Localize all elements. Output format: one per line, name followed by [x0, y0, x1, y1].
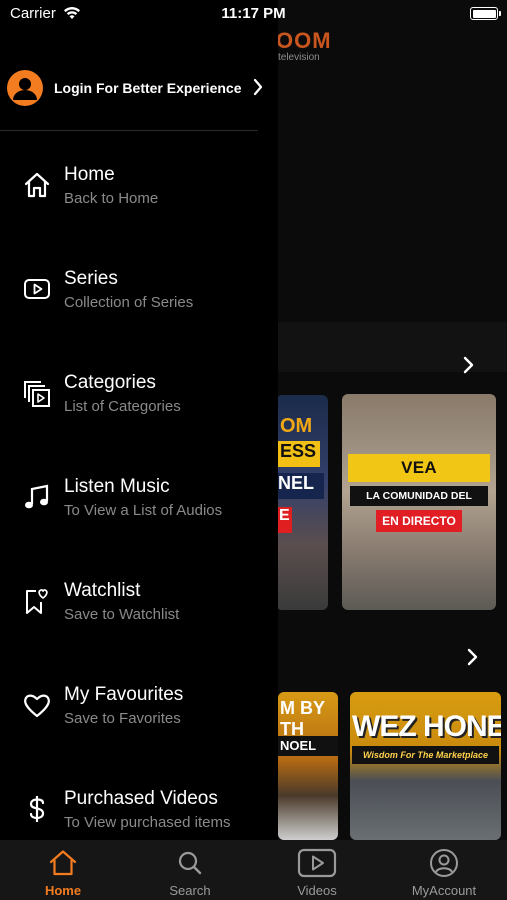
thumbnail-text: EN DIRECTO [376, 510, 462, 532]
tab-label: MyAccount [411, 883, 477, 898]
menu-item-title: Series [64, 268, 118, 289]
brand-logo-subtitle: television [278, 52, 320, 63]
thumbnail-text: VEA TELEVISIÓN [348, 454, 490, 505]
thumbnail-text: ESS [276, 441, 320, 467]
menu-item-title: Categories [64, 372, 156, 393]
menu-item-series[interactable]: Series Collection of Series [0, 268, 278, 328]
account-icon [429, 848, 459, 878]
status-bar: Carrier 11:17 PM [0, 0, 507, 28]
menu-item-listen-music[interactable]: Listen Music To View a List of Audios [0, 476, 278, 536]
menu-item-subtitle: Collection of Series [64, 294, 194, 311]
thumbnail-text: M BY TH [280, 698, 325, 739]
menu-item-subtitle: Save to Favorites [64, 710, 181, 727]
thumbnail-text: LA COMUNIDAD DEL REINO [350, 486, 488, 522]
login-row[interactable]: Login For Better Experience [0, 68, 263, 108]
user-avatar-icon [7, 70, 43, 106]
tab-label: Videos [297, 883, 337, 898]
menu-item-subtitle: To View a List of Audios [64, 502, 223, 519]
battery-icon [470, 7, 501, 20]
brand-logo: OOM [276, 28, 332, 53]
menu-item-title: My Favourites [64, 684, 184, 705]
menu-item-categories[interactable]: Categories List of Categories [0, 372, 278, 432]
menu-item-title: Listen Music [64, 476, 170, 497]
menu-item-title: Watchlist [64, 580, 141, 601]
login-label: Login For Better Experience [54, 80, 242, 96]
chevron-right-icon [252, 77, 264, 102]
bottom-tab-bar: Home Search Videos MyAccount [0, 840, 507, 900]
tab-home[interactable]: Home [0, 840, 126, 900]
menu-item-my-favourites[interactable]: My Favourites Save to Favorites [0, 684, 278, 744]
chevron-right-icon[interactable] [466, 646, 480, 674]
menu-item-subtitle: Save to Watchlist [64, 606, 180, 623]
menu-item-subtitle: List of Categories [64, 398, 181, 415]
stacked-play-icon [22, 378, 52, 408]
dollar-icon [22, 794, 52, 824]
tab-my-account[interactable]: MyAccount [381, 840, 507, 900]
menu-item-subtitle: To View purchased items [64, 814, 231, 831]
menu-item-title: Home [64, 164, 115, 185]
tab-search[interactable]: Search [127, 840, 253, 900]
home-icon [22, 170, 52, 200]
tab-label: Home [44, 883, 82, 898]
video-thumbnail[interactable]: WEZ HONE Wisdom For The Marketplace [350, 692, 501, 840]
menu-item-watchlist[interactable]: Watchlist Save to Watchlist [0, 580, 278, 640]
home-icon [48, 848, 78, 878]
clock: 11:17 PM [221, 5, 286, 22]
tab-videos[interactable]: Videos [254, 840, 380, 900]
tab-label: Search [169, 883, 211, 898]
search-icon [175, 848, 205, 878]
video-thumbnail[interactable]: M BY TH NOEL [278, 692, 338, 840]
heart-icon [22, 690, 52, 720]
video-thumbnail[interactable]: VEA TELEVISIÓN LA COMUNIDAD DEL REINO EN… [342, 394, 496, 610]
play-rect-icon [22, 274, 52, 304]
drawer-divider [0, 130, 258, 131]
play-rect-icon [297, 848, 337, 878]
menu-item-purchased-videos[interactable]: Purchased Videos To View purchased items [0, 788, 278, 848]
thumbnail-text: NOEL [278, 736, 338, 756]
menu-item-subtitle: Back to Home [64, 190, 159, 207]
menu-item-title: Purchased Videos [64, 788, 218, 809]
thumbnail-text: Wisdom For The Marketplace [352, 746, 499, 764]
music-note-icon [22, 482, 52, 512]
bookmark-heart-icon [22, 586, 52, 616]
thumbnail-text: NEL [276, 473, 324, 499]
thumbnail-text: OM [280, 415, 313, 437]
chevron-right-icon[interactable] [462, 354, 476, 382]
thumbnail-text: WEZ HONE [352, 710, 501, 743]
thumbnail-text: E [276, 507, 292, 533]
menu-item-home[interactable]: Home Back to Home [0, 164, 278, 224]
video-thumbnail[interactable]: OM ESS NEL E [276, 395, 328, 610]
side-drawer: Login For Better Experience Home Back to… [0, 0, 278, 840]
